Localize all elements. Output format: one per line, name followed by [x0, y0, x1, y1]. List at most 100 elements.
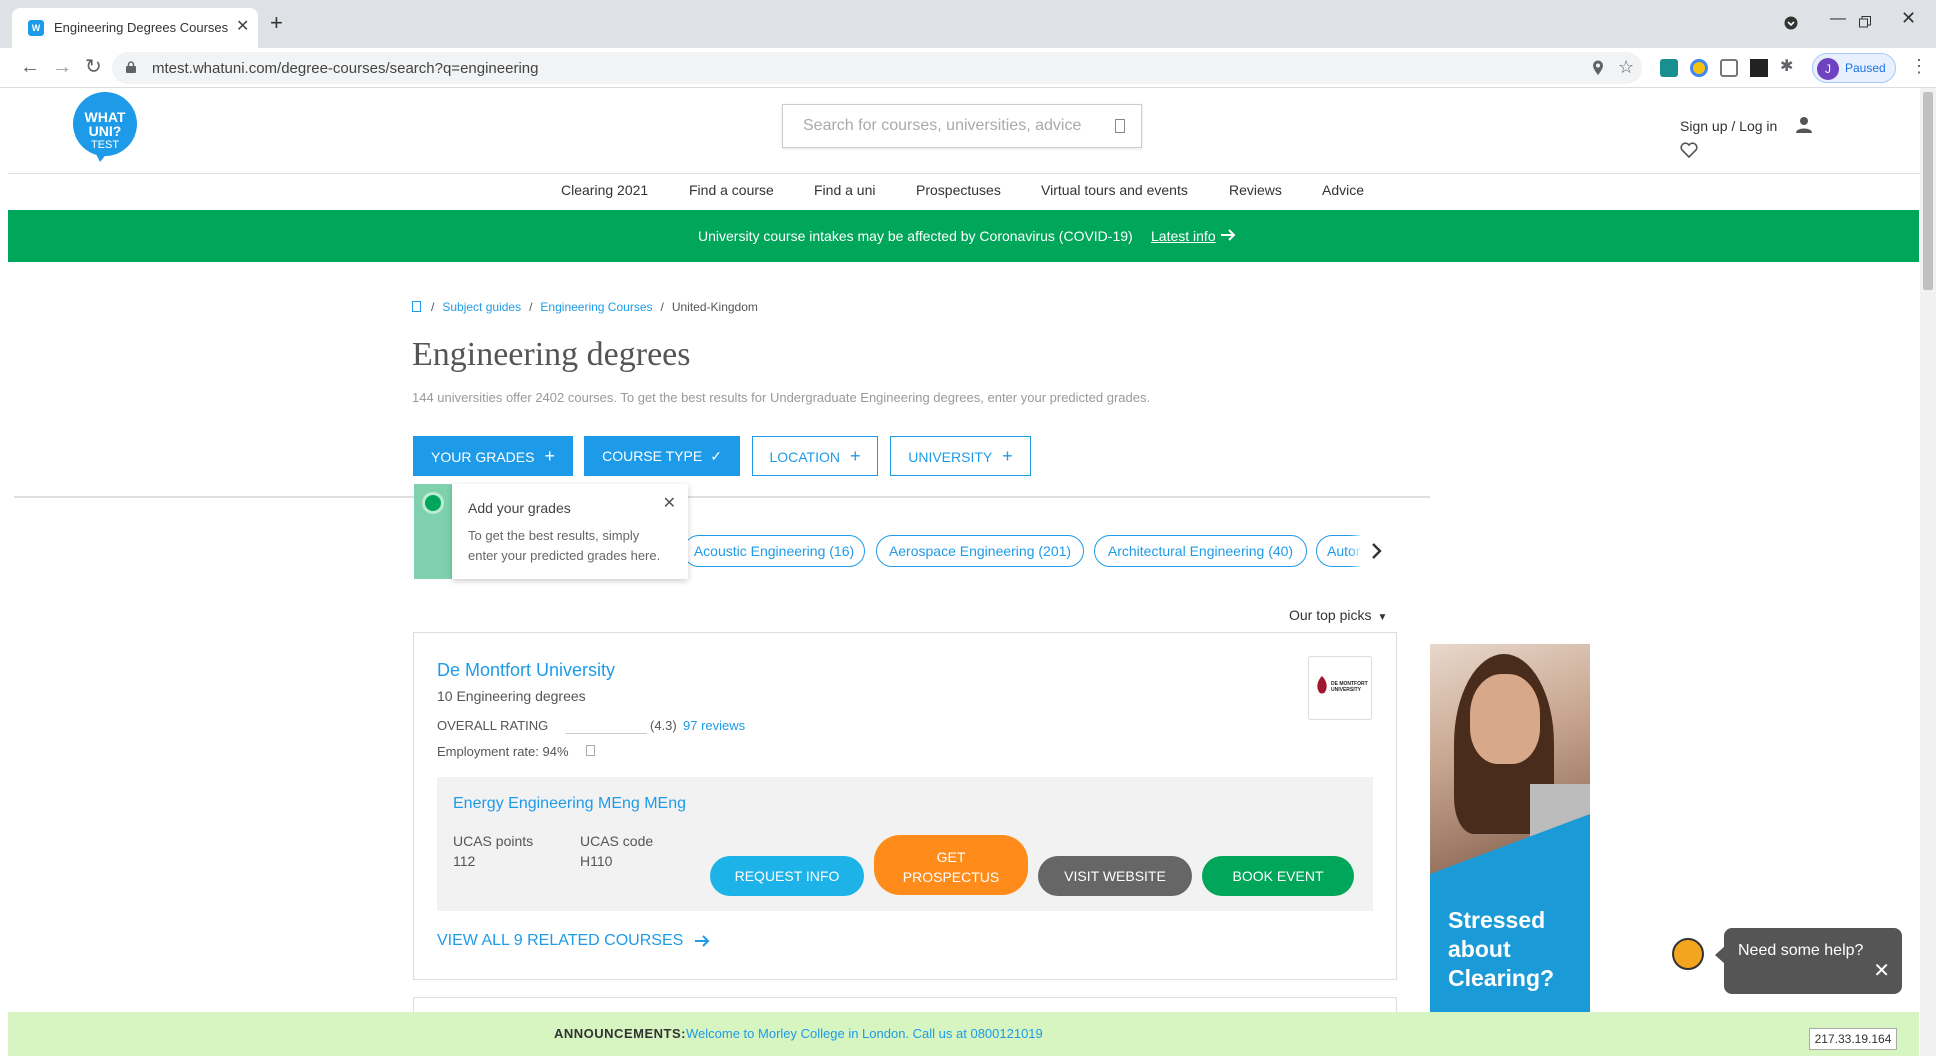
reload-icon[interactable]: ↻ — [85, 57, 102, 77]
university-logo[interactable]: DE MONTFORT UNIVERSITY — [1308, 656, 1372, 720]
search-icon[interactable] — [1115, 119, 1125, 133]
restore-icon[interactable] — [1859, 16, 1871, 28]
logo-text: WHAT UNI? TEST — [82, 110, 128, 152]
filter-location-label: LOCATION — [769, 449, 840, 465]
back-icon[interactable]: ← — [20, 57, 40, 77]
tooltip-close-icon[interactable]: ✕ — [663, 496, 676, 512]
nav-find-course[interactable]: Find a course — [689, 182, 774, 198]
ucas-points-label: UCAS points — [453, 833, 534, 849]
profile-avatar: J — [1817, 58, 1839, 80]
scrollbar-thumb[interactable] — [1923, 92, 1933, 290]
plus-icon: + — [1002, 446, 1013, 466]
book-event-button[interactable]: BOOK EVENT — [1202, 856, 1354, 896]
info-icon[interactable] — [586, 745, 595, 756]
user-icon[interactable] — [1795, 116, 1813, 134]
bookmark-star-icon[interactable]: ☆ — [1618, 57, 1634, 78]
filter-university-button[interactable]: UNIVERSITY + — [890, 436, 1031, 476]
tooltip-title: Add your grades — [468, 500, 571, 516]
announcement-label: ANNOUNCEMENTS: — [554, 1026, 686, 1041]
extensions-puzzle-icon[interactable]: ✱ — [1780, 58, 1798, 76]
clearing-advert[interactable]: Stressed about Clearing? — [1430, 644, 1590, 1012]
signup-login-link[interactable]: Sign up / Log in — [1680, 118, 1777, 134]
get-prospectus-button[interactable]: GET PROSPECTUS — [874, 835, 1028, 895]
address-bar[interactable]: mtest.whatuni.com/degree-courses/search?… — [112, 52, 1642, 84]
home-icon[interactable] — [412, 301, 421, 312]
filter-your-grades-button[interactable]: YOUR GRADES + — [413, 436, 573, 476]
page-scrollbar[interactable] — [1920, 88, 1936, 1056]
request-info-button[interactable]: REQUEST INFO — [710, 856, 864, 896]
breadcrumb-subject-guides[interactable]: Subject guides — [442, 300, 521, 314]
help-chat-text: Need some help? — [1738, 942, 1864, 959]
ucas-code-label: UCAS code — [580, 833, 654, 849]
header-divider — [8, 173, 1920, 174]
nav-reviews[interactable]: Reviews — [1229, 182, 1282, 198]
arrow-right-icon — [695, 935, 710, 947]
site-favicon-icon: W — [28, 20, 44, 36]
profile-status: Paused — [1845, 61, 1886, 75]
minimize-icon[interactable]: — — [1830, 10, 1846, 28]
site-search-input[interactable] — [803, 115, 1103, 137]
tab-search-icon[interactable] — [1784, 16, 1798, 30]
covid-latest-info-link[interactable]: Latest info — [1151, 228, 1216, 244]
location-pin-icon[interactable] — [1592, 60, 1604, 76]
profile-button[interactable]: J Paused — [1812, 53, 1896, 83]
course-name-link[interactable]: Energy Engineering MEng MEng — [453, 795, 686, 813]
filter-course-type-button[interactable]: COURSE TYPE ✓ — [584, 436, 740, 476]
check-icon: ✓ — [710, 448, 722, 464]
extension-teal-icon[interactable] — [1660, 59, 1678, 77]
covid-banner: University course intakes may be affecte… — [8, 210, 1919, 262]
browser-tab[interactable]: W Engineering Degrees Courses in ✕ — [12, 8, 258, 48]
add-grades-tooltip: Add your grades To get the best results,… — [452, 484, 688, 579]
nav-clearing[interactable]: Clearing 2021 — [561, 182, 648, 198]
chip-acoustic-engineering[interactable]: Acoustic Engineering (16) — [683, 535, 865, 567]
covid-banner-text: University course intakes may be affecte… — [698, 228, 1133, 244]
plus-icon: + — [544, 446, 555, 466]
window-close-icon[interactable]: ✕ — [1901, 8, 1916, 29]
browser-menu-icon[interactable]: ⋮ — [1910, 56, 1928, 77]
site-search-box — [782, 104, 1142, 148]
logo-line-1: WHAT — [84, 109, 126, 125]
sort-dropdown[interactable]: Our top picks ▼ — [1289, 607, 1387, 623]
logo-line-3: TEST — [90, 139, 120, 151]
filter-course-type-label: COURSE TYPE — [602, 448, 703, 464]
nav-prospectuses[interactable]: Prospectuses — [916, 182, 1001, 198]
reviews-link[interactable]: 97 reviews — [683, 718, 745, 733]
nav-advice[interactable]: Advice — [1322, 182, 1364, 198]
chatbot-avatar-icon[interactable] — [1672, 938, 1704, 970]
visit-website-button[interactable]: VISIT WEBSITE — [1038, 856, 1192, 896]
heart-icon[interactable] — [1680, 142, 1698, 158]
chips-next-button[interactable] — [1360, 530, 1396, 572]
help-chat-bubble[interactable]: Need some help? ✕ — [1715, 928, 1902, 994]
extension-chrome-icon[interactable] — [1690, 59, 1708, 77]
forward-icon[interactable]: → — [52, 57, 72, 77]
breadcrumb-current: United-Kingdom — [671, 300, 758, 314]
breadcrumb-engineering-courses[interactable]: Engineering Courses — [540, 300, 652, 314]
university-logo-text: DE MONTFORT UNIVERSITY — [1331, 681, 1368, 693]
new-tab-icon[interactable]: + — [270, 12, 283, 34]
rating-stars — [565, 718, 647, 734]
filter-your-grades-label: YOUR GRADES — [431, 449, 535, 465]
announcement-message[interactable]: Welcome to Morley College in London. Cal… — [686, 1026, 1043, 1041]
chip-architectural-engineering[interactable]: Architectural Engineering (40) — [1094, 535, 1307, 567]
tab-close-icon[interactable]: ✕ — [236, 19, 249, 35]
nav-find-uni[interactable]: Find a uni — [814, 182, 875, 198]
university-degree-count: 10 Engineering degrees — [437, 688, 586, 704]
extension-eraser-icon[interactable] — [1720, 59, 1738, 77]
breadcrumb: / Subject guides / Engineering Courses / Unit… — [412, 300, 758, 314]
url-text: mtest.whatuni.com/degree-courses/search?… — [152, 60, 539, 77]
lock-icon — [126, 61, 136, 73]
help-chat-close-icon[interactable]: ✕ — [1873, 961, 1890, 981]
nav-virtual-tours[interactable]: Virtual tours and events — [1041, 182, 1188, 198]
page-title: Engineering degrees — [412, 336, 691, 373]
sort-label: Our top picks — [1289, 607, 1372, 623]
filter-location-button[interactable]: LOCATION + — [752, 436, 878, 476]
logo-line-2: UNI? — [88, 123, 122, 139]
ip-address-badge: 217.33.19.164 — [1809, 1028, 1897, 1050]
ucas-code-value: H110 — [580, 853, 613, 869]
advert-photo-face — [1470, 674, 1540, 764]
university-name-link[interactable]: De Montfort University — [437, 660, 615, 681]
browser-tab-bar: W Engineering Degrees Courses in ✕ + — ✕ — [0, 0, 1936, 48]
view-all-related-courses-link[interactable]: VIEW ALL 9 RELATED COURSES — [437, 932, 683, 950]
chip-aerospace-engineering[interactable]: Aerospace Engineering (201) — [876, 535, 1084, 567]
extension-check-icon[interactable] — [1750, 59, 1768, 77]
